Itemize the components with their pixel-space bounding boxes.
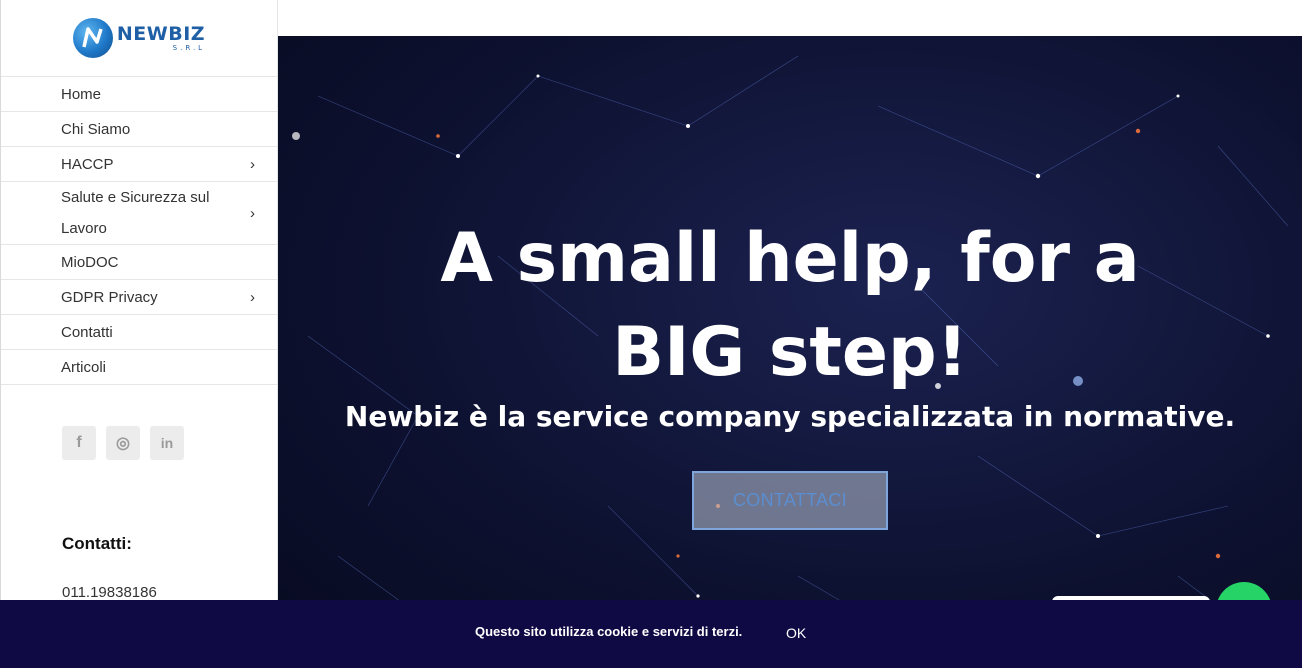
chevron-right-icon: ›: [250, 288, 255, 306]
chevron-right-icon: ›: [250, 155, 255, 173]
logo-sub: S.R.L: [172, 43, 206, 52]
menu-item-contatti[interactable]: Contatti: [1, 315, 277, 350]
menu-item-label: MioDOC: [61, 253, 119, 271]
menu-item-label: GDPR Privacy: [61, 288, 158, 306]
contacts-heading: Contatti:: [62, 534, 132, 553]
menu-item-label: HACCP: [61, 155, 114, 173]
menu-item-salute-sicurezza[interactable]: Salute e Sicurezza sul Lavoro ›: [1, 182, 277, 245]
menu-item-articoli[interactable]: Articoli: [1, 350, 277, 385]
cookie-text: Questo sito utilizza cookie e servizi di…: [475, 624, 743, 639]
cookie-banner: Questo sito utilizza cookie e servizi di…: [0, 600, 1302, 668]
contattaci-button[interactable]: CONTATTACI: [692, 471, 888, 530]
menu-item-chi-siamo[interactable]: Chi Siamo: [1, 112, 277, 147]
menu-item-haccp[interactable]: HACCP ›: [1, 147, 277, 182]
top-bar: [278, 0, 1302, 36]
site-logo[interactable]: NEWBIZ S.R.L: [72, 18, 206, 58]
sidebar: NEWBIZ S.R.L Home Chi Siamo HACCP › Salu…: [0, 0, 278, 668]
hero-subtitle: Newbiz è la service company specializzat…: [344, 400, 1236, 433]
instagram-icon[interactable]: ◎: [106, 426, 140, 460]
menu-item-label: Home: [61, 85, 102, 103]
chevron-right-icon: ›: [250, 204, 255, 222]
hero-title: A small help, for a BIG step!: [440, 219, 1140, 392]
linkedin-icon[interactable]: in: [150, 426, 184, 460]
menu-item-label: Salute e Sicurezza sul Lavoro: [61, 189, 210, 237]
logo-mark-icon: [72, 18, 113, 58]
social-links: f ◎ in: [62, 426, 184, 460]
cookie-ok-button[interactable]: OK: [786, 625, 806, 641]
menu-item-miodoc[interactable]: MioDOC: [1, 245, 277, 280]
main-menu: Home Chi Siamo HACCP › Salute e Sicurezz…: [1, 77, 277, 385]
menu-item-gdpr-privacy[interactable]: GDPR Privacy ›: [1, 280, 277, 315]
phone-number[interactable]: 011.19838186: [62, 584, 157, 601]
menu-item-home[interactable]: Home: [1, 77, 277, 112]
facebook-icon[interactable]: f: [62, 426, 96, 460]
menu-item-label: Articoli: [61, 358, 107, 376]
logo-name: NEWBIZ: [116, 22, 206, 45]
hero-banner: A small help, for a BIG step! Newbiz è l…: [278, 36, 1302, 668]
menu-item-label: Contatti: [61, 323, 113, 341]
menu-item-label: Chi Siamo: [61, 120, 131, 138]
logo-area: NEWBIZ S.R.L: [1, 0, 277, 77]
